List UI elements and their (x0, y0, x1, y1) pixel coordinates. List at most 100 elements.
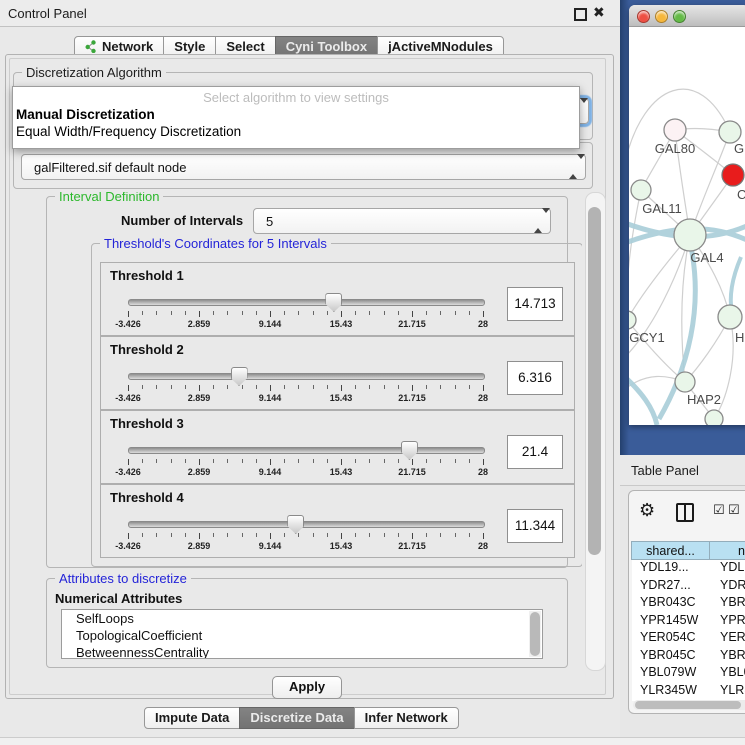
node-gal80[interactable] (664, 119, 686, 141)
tick-mark (284, 385, 285, 389)
label-g-cut: G. (734, 141, 745, 156)
network-canvas[interactable]: GAL80 G. C GAL11 GAL4 GCY1 H HAP2 (629, 27, 745, 425)
tick-label: -3.426 (115, 467, 141, 477)
threshold-slider[interactable]: -3.4262.8599.14415.4321.71528 (119, 515, 492, 551)
minimize-traffic-light[interactable] (655, 10, 668, 23)
slider-thumb[interactable] (287, 515, 304, 534)
checkbox-icon[interactable]: ☑ (713, 502, 725, 518)
table-cell[interactable]: YBR0 (710, 648, 745, 666)
tick-mark (327, 385, 328, 389)
table-cell[interactable]: YBL079W (632, 665, 710, 683)
slider-scale: -3.4262.8599.14415.4321.71528 (128, 385, 483, 403)
table-cell[interactable]: YDL1 (710, 560, 745, 578)
close-icon[interactable]: ✖ (593, 4, 605, 21)
tick-mark (256, 533, 257, 537)
tick-mark (398, 459, 399, 463)
tab-infer-network[interactable]: Infer Network (354, 707, 459, 729)
tick-label: 9.144 (259, 467, 282, 477)
attribute-item[interactable]: SelfLoops (62, 610, 542, 627)
tab-discretize-data[interactable]: Discretize Data (239, 707, 354, 729)
checkbox-icon[interactable]: ☑ (728, 502, 740, 518)
table-cell[interactable]: YBR0 (710, 595, 745, 613)
table-cell[interactable]: YBR045C (632, 648, 710, 666)
table-cell[interactable]: YPR145W (632, 613, 710, 631)
threshold-slider[interactable]: -3.4262.8599.14415.4321.71528 (119, 367, 492, 403)
table-cell[interactable]: YLR3 (710, 683, 745, 701)
scrollbar-thumb[interactable] (588, 207, 601, 555)
tick-mark (242, 311, 243, 315)
label-hap2: HAP2 (687, 392, 721, 407)
table-data-combobox[interactable]: galFiltered.sif default node (21, 154, 586, 180)
split-columns-icon[interactable] (676, 503, 694, 522)
node-h[interactable] (718, 305, 742, 329)
table-row[interactable]: YDL19...YDL1 (632, 560, 745, 578)
control-panel: Control Panel ✖ Network Style Select Cyn… (0, 0, 620, 745)
tick-label: 15.43 (330, 393, 353, 403)
column-header-name[interactable]: na (709, 541, 745, 560)
attribute-item[interactable]: BetweennessCentrality (62, 644, 542, 659)
table-row[interactable]: YBL079WYBL0 (632, 665, 745, 683)
gear-icon[interactable]: ⚙ (639, 501, 655, 519)
slider-track[interactable] (128, 373, 485, 380)
node-gal11[interactable] (631, 180, 651, 200)
scrollbar-thumb[interactable] (530, 612, 540, 656)
table-row[interactable]: YER054CYER0 (632, 630, 745, 648)
dropdown-option-manual[interactable]: Manual Discretization (16, 107, 155, 122)
close-traffic-light[interactable] (637, 10, 650, 23)
node-bottom[interactable] (705, 410, 723, 425)
slider-thumb[interactable] (401, 441, 418, 460)
threshold-value-field[interactable]: 21.4 (507, 435, 563, 469)
table-row[interactable]: YBR045CYBR0 (632, 648, 745, 666)
scrollbar-thumb[interactable] (635, 701, 741, 709)
table-cell[interactable]: YBL0 (710, 665, 745, 683)
threshold-slider[interactable]: -3.4262.8599.14415.4321.71528 (119, 441, 492, 477)
network-window-titlebar[interactable] (629, 5, 745, 27)
threshold-panel-4: Threshold 4 -3.4262.8599.14415.4321.7152… (100, 484, 575, 558)
node-gcy1[interactable] (629, 311, 636, 329)
table-cell[interactable]: YER054C (632, 630, 710, 648)
number-of-intervals-label: Number of Intervals (121, 213, 243, 228)
node-top-right[interactable] (719, 121, 741, 143)
table-cell[interactable]: YDR2 (710, 578, 745, 596)
table-row[interactable]: YBR043CYBR0 (632, 595, 745, 613)
table-horizontal-scrollbar[interactable] (633, 700, 745, 710)
threshold-value-field[interactable]: 14.713 (507, 287, 563, 321)
dropdown-option-equal-width[interactable]: Equal Width/Frequency Discretization (16, 124, 241, 139)
slider-thumb[interactable] (231, 367, 248, 386)
slider-track[interactable] (128, 521, 485, 528)
table-cell[interactable]: YBR043C (632, 595, 710, 613)
settings-vertical-scrollbar[interactable] (585, 192, 606, 671)
apply-button[interactable]: Apply (272, 676, 342, 699)
number-of-intervals-combobox[interactable]: 5 (253, 208, 551, 234)
zoom-traffic-light[interactable] (673, 10, 686, 23)
node-hap2[interactable] (675, 372, 695, 392)
node-gal4[interactable] (674, 219, 706, 251)
status-strip (0, 737, 745, 745)
threshold-value-field[interactable]: 6.316 (507, 361, 563, 395)
node-red-selected[interactable] (722, 164, 744, 186)
threshold-label: Threshold 2 (110, 342, 184, 357)
table-cell[interactable]: YER0 (710, 630, 745, 648)
table-cell[interactable]: YDL19... (632, 560, 710, 578)
table-cell[interactable]: YDR27... (632, 578, 710, 596)
table-cell[interactable]: YLR345W (632, 683, 710, 701)
slider-track[interactable] (128, 447, 485, 454)
threshold-slider[interactable]: -3.4262.8599.14415.4321.71528 (119, 293, 492, 329)
table-row[interactable]: YDR27...YDR2 (632, 578, 745, 596)
list-scrollbar[interactable] (529, 611, 541, 657)
column-header-shared[interactable]: shared... (631, 541, 710, 560)
slider-scale: -3.4262.8599.14415.4321.71528 (128, 459, 483, 477)
table-row[interactable]: YPR145WYPR1 (632, 613, 745, 631)
tab-impute-data[interactable]: Impute Data (144, 707, 240, 729)
slider-track[interactable] (128, 299, 485, 306)
slider-thumb[interactable] (325, 293, 342, 312)
table-cell[interactable]: YPR1 (710, 613, 745, 631)
threshold-value-field[interactable]: 11.344 (507, 509, 563, 543)
tick-mark (426, 459, 427, 463)
combo-arrows-icon (534, 213, 543, 229)
float-window-icon[interactable] (574, 8, 587, 21)
table-row[interactable]: YLR345WYLR3 (632, 683, 745, 701)
tick-mark (341, 459, 342, 465)
attribute-item[interactable]: TopologicalCoefficient (62, 627, 542, 644)
tick-mark (455, 311, 456, 315)
